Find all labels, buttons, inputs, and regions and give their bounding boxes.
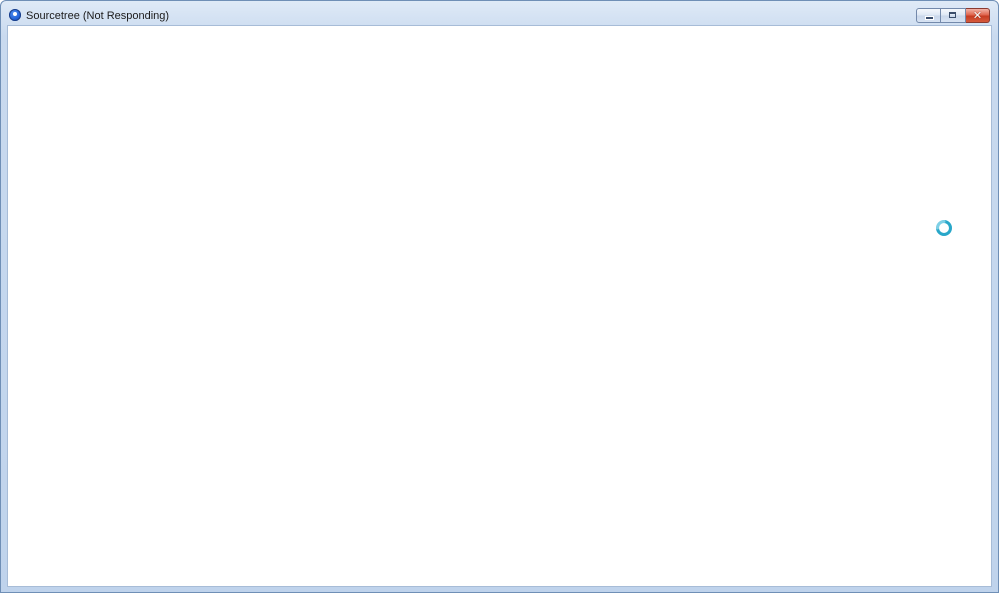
client-area[interactable]	[7, 25, 992, 587]
maximize-icon	[949, 12, 956, 18]
busy-spinner-icon	[936, 220, 952, 236]
close-button[interactable]: ✕	[966, 8, 990, 23]
minimize-icon	[926, 17, 933, 19]
close-icon: ✕	[972, 9, 983, 22]
caption-buttons: ✕	[916, 8, 990, 24]
maximize-button[interactable]	[941, 8, 966, 23]
window-title: Sourcetree (Not Responding)	[26, 10, 170, 22]
title-bar[interactable]: Sourcetree (Not Responding) ✕	[1, 1, 998, 25]
minimize-button[interactable]	[916, 8, 941, 23]
sourcetree-icon[interactable]	[9, 9, 21, 21]
app-window: Sourcetree (Not Responding) ✕	[0, 0, 999, 593]
